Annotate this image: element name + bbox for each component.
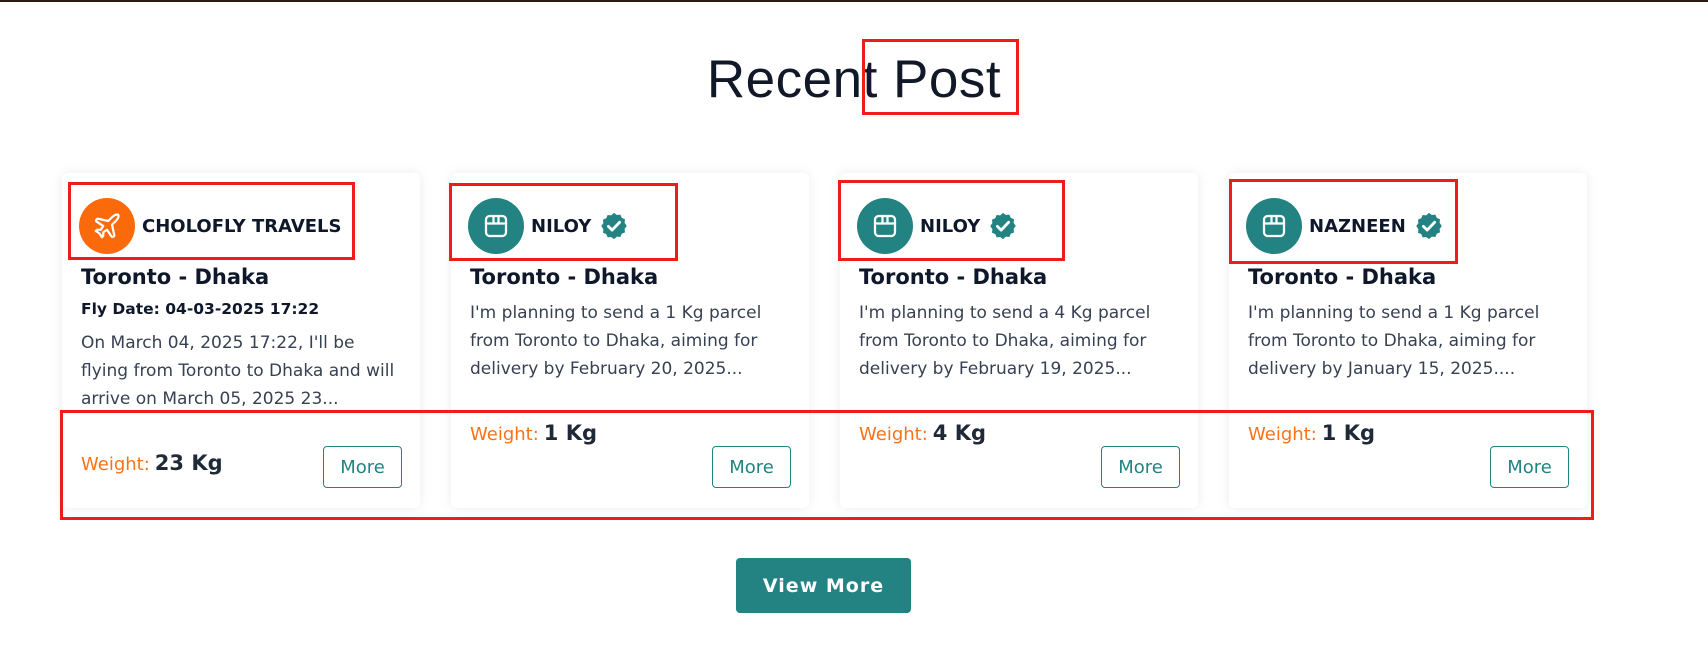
package-icon bbox=[1262, 214, 1286, 238]
weight-label: Weight: bbox=[859, 424, 928, 445]
weight-value: 1 Kg bbox=[1321, 421, 1376, 445]
package-icon bbox=[873, 214, 897, 238]
route-title: Toronto - Dhaka bbox=[81, 265, 270, 289]
weight-label: Weight: bbox=[1248, 424, 1317, 445]
card-header: NAZNEEN bbox=[1246, 198, 1444, 254]
post-description: I'm planning to send a 1 Kg parcel from … bbox=[1248, 303, 1540, 379]
avatar bbox=[468, 198, 524, 254]
avatar bbox=[1246, 198, 1302, 254]
post-card: NILOY Toronto - Dhaka I'm planning to se… bbox=[840, 173, 1198, 508]
post-card: NILOY Toronto - Dhaka I'm planning to se… bbox=[451, 173, 809, 508]
more-button[interactable]: More bbox=[712, 446, 791, 488]
avatar bbox=[79, 198, 135, 254]
airplane-icon bbox=[94, 213, 120, 239]
weight-info: Weight: 4 Kg bbox=[859, 421, 986, 445]
card-header: CHOLOFLY TRAVELS bbox=[79, 198, 341, 254]
top-border bbox=[0, 0, 1708, 2]
verified-badge-icon bbox=[601, 212, 628, 240]
post-description: I'm planning to send a 1 Kg parcel from … bbox=[470, 303, 762, 379]
more-button[interactable]: More bbox=[1101, 446, 1180, 488]
view-more-button[interactable]: View More bbox=[736, 558, 911, 613]
more-button[interactable]: More bbox=[1490, 446, 1569, 488]
weight-label: Weight: bbox=[470, 424, 539, 445]
author-name: CHOLOFLY TRAVELS bbox=[142, 215, 342, 237]
author-name: NILOY bbox=[531, 215, 592, 237]
author-name: NILOY bbox=[920, 215, 981, 237]
fly-date: Fly Date: 04-03-2025 17:22 bbox=[81, 300, 320, 318]
route-title: Toronto - Dhaka bbox=[1248, 265, 1437, 289]
weight-info: Weight: 1 Kg bbox=[470, 421, 597, 445]
weight-value: 23 Kg bbox=[154, 451, 223, 475]
route-title: Toronto - Dhaka bbox=[470, 265, 659, 289]
weight-info: Weight: 23 Kg bbox=[81, 451, 223, 475]
verified-badge-icon bbox=[1416, 212, 1442, 240]
avatar bbox=[857, 198, 913, 254]
weight-value: 4 Kg bbox=[932, 421, 987, 445]
weight-info: Weight: 1 Kg bbox=[1248, 421, 1375, 445]
more-button[interactable]: More bbox=[323, 446, 402, 488]
package-icon bbox=[484, 214, 508, 238]
section-title: Recent Post bbox=[706, 50, 1002, 109]
card-header: NILOY bbox=[468, 198, 629, 254]
card-header: NILOY bbox=[857, 198, 1018, 254]
post-description: I'm planning to send a 4 Kg parcel from … bbox=[859, 303, 1151, 379]
post-description: On March 04, 2025 17:22, I'll be flying … bbox=[81, 333, 395, 409]
weight-value: 1 Kg bbox=[543, 421, 598, 445]
post-card: NAZNEEN Toronto - Dhaka I'm planning to … bbox=[1229, 173, 1587, 508]
verified-badge-icon bbox=[990, 212, 1017, 240]
weight-label: Weight: bbox=[81, 454, 150, 475]
post-cards: CHOLOFLY TRAVELS Toronto - Dhaka Fly Dat… bbox=[62, 173, 1592, 508]
post-card: CHOLOFLY TRAVELS Toronto - Dhaka Fly Dat… bbox=[62, 173, 420, 508]
author-name: NAZNEEN bbox=[1309, 215, 1406, 237]
recent-post-section: Recent Post CHOLOFLY TRAVELS Toronto - D… bbox=[0, 0, 1708, 659]
route-title: Toronto - Dhaka bbox=[859, 265, 1048, 289]
